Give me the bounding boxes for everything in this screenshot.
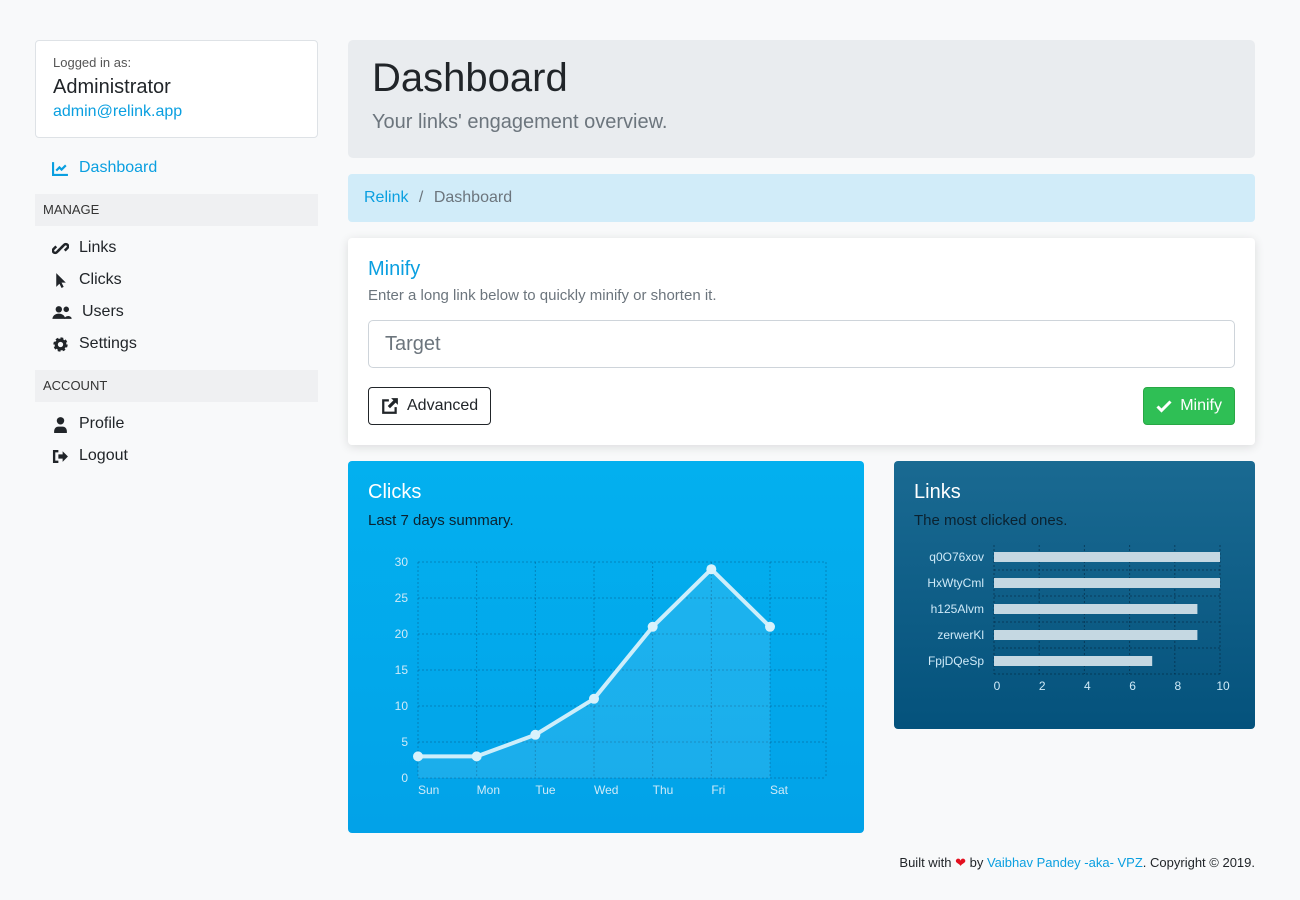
y-tick-label: FpjDQeSp [928,654,984,668]
x-tick-label: 4 [1084,679,1091,693]
author-link[interactable]: Vaibhav Pandey -aka- VPZ [987,855,1143,870]
section-manage: MANAGE [35,194,318,226]
breadcrumb-separator: / [418,189,424,206]
breadcrumb-current: Dashboard [433,189,513,206]
minify-card: Minify Enter a long link below to quickl… [348,238,1255,445]
y-tick-label: 0 [401,771,408,785]
x-tick-label: Fri [711,783,725,797]
y-tick-label: 5 [401,735,408,749]
breadcrumb: Relink / Dashboard [348,174,1255,222]
user-email-link[interactable]: admin@relink.app [53,103,300,121]
x-tick-label: Wed [594,783,618,797]
x-tick-label: Thu [653,783,674,797]
gear-icon [53,336,68,352]
minify-button-label: Minify [1180,397,1222,414]
sign-out-icon [52,449,68,463]
data-point [589,693,599,704]
page-header: Dashboard Your links' engagement overvie… [348,40,1255,158]
page-title: Dashboard [372,56,568,100]
x-tick-label: 6 [1129,679,1136,693]
external-link-icon [382,398,398,414]
x-tick-label: 10 [1216,679,1230,693]
links-card: 0 2 4 6 8 10 q0O76xov HxWtyCml h125Alvm zerwerKl F… [894,461,1255,729]
sidebar-item-label: Users [82,303,124,320]
clicks-title: Clicks [368,481,422,503]
sidebar-item-label: Logout [79,447,128,464]
users-icon [52,305,72,319]
advanced-label: Advanced [407,397,479,414]
clicks-card: 0 5 10 15 20 25 30 Sun Mon Tue Wed Thu Fri Sat Clicks… [348,461,864,833]
data-point [471,751,482,762]
advanced-button[interactable]: Advanced [368,387,492,425]
sidebar-item-settings[interactable]: Settings [52,335,137,353]
y-tick-label: h125Alvm [931,602,984,616]
sidebar-item-label: Dashboard [79,159,158,176]
sidebar-item-label: Settings [79,335,137,352]
bar [994,552,1220,562]
y-tick-label: 20 [395,627,409,641]
x-tick-label: 8 [1174,679,1181,693]
y-tick-label: 15 [395,663,409,677]
sidebar-item-label: Profile [79,415,125,432]
data-point [647,621,658,632]
clicks-subtitle: Last 7 days summary. [368,512,514,529]
sidebar-item-dashboard[interactable]: Dashboard [52,159,157,177]
heart-icon: ❤ [955,855,966,870]
footer-copyright: . Copyright © 2019. [1142,855,1255,870]
sidebar-item-users[interactable]: Users [52,303,124,321]
y-tick-label: q0O76xov [929,550,984,564]
x-tick-label: 2 [1039,679,1046,693]
check-icon [1156,400,1172,413]
footer-by: by [969,855,984,870]
bar [994,604,1198,614]
sidebar-item-logout[interactable]: Logout [52,447,128,465]
link-icon [52,242,69,254]
section-account: ACCOUNT [35,370,318,402]
data-point [706,564,717,575]
x-tick-label: Tue [535,783,556,797]
data-point [765,621,775,632]
target-input[interactable] [368,320,1235,368]
links-title: Links [914,481,961,503]
minify-button[interactable]: Minify [1143,387,1235,425]
x-tick-label: 0 [994,679,1001,693]
bar [994,630,1198,640]
user-icon [54,416,67,433]
breadcrumb-root-link[interactable]: Relink [364,189,408,206]
x-tick-label: Sun [418,783,439,797]
data-point [530,729,541,740]
sidebar-item-label: Links [79,239,117,256]
x-tick-label: Sat [770,783,789,797]
links-subtitle: The most clicked ones. [914,512,1068,529]
chart-line-icon [52,161,68,176]
y-tick-label: 30 [395,555,409,569]
user-name: Administrator [53,76,171,98]
footer-built: Built with [899,855,952,870]
logged-in-label: Logged in as: [53,55,132,70]
data-point [413,751,423,762]
sidebar-item-label: Clicks [79,271,122,288]
y-tick-label: 10 [395,699,409,713]
area-fill [418,569,770,778]
footer: Built with ❤ by Vaibhav Pandey -aka- VPZ… [899,855,1255,871]
sidebar-item-clicks[interactable]: Clicks [52,271,122,289]
mouse-pointer-icon [56,272,66,288]
minify-description: Enter a long link below to quickly minif… [368,287,717,304]
minify-title: Minify [368,258,421,280]
bar [994,656,1153,666]
y-tick-label: HxWtyCml [927,576,984,590]
bar [994,578,1220,588]
sidebar-item-links[interactable]: Links [52,239,116,257]
user-card: Logged in as: Administrator admin@relink… [35,40,318,138]
x-tick-label: Mon [477,783,500,797]
page-subtitle: Your links' engagement overview. [372,111,668,133]
y-tick-label: zerwerKl [937,628,984,642]
y-tick-label: 25 [395,591,409,605]
sidebar-item-profile[interactable]: Profile [52,415,124,433]
